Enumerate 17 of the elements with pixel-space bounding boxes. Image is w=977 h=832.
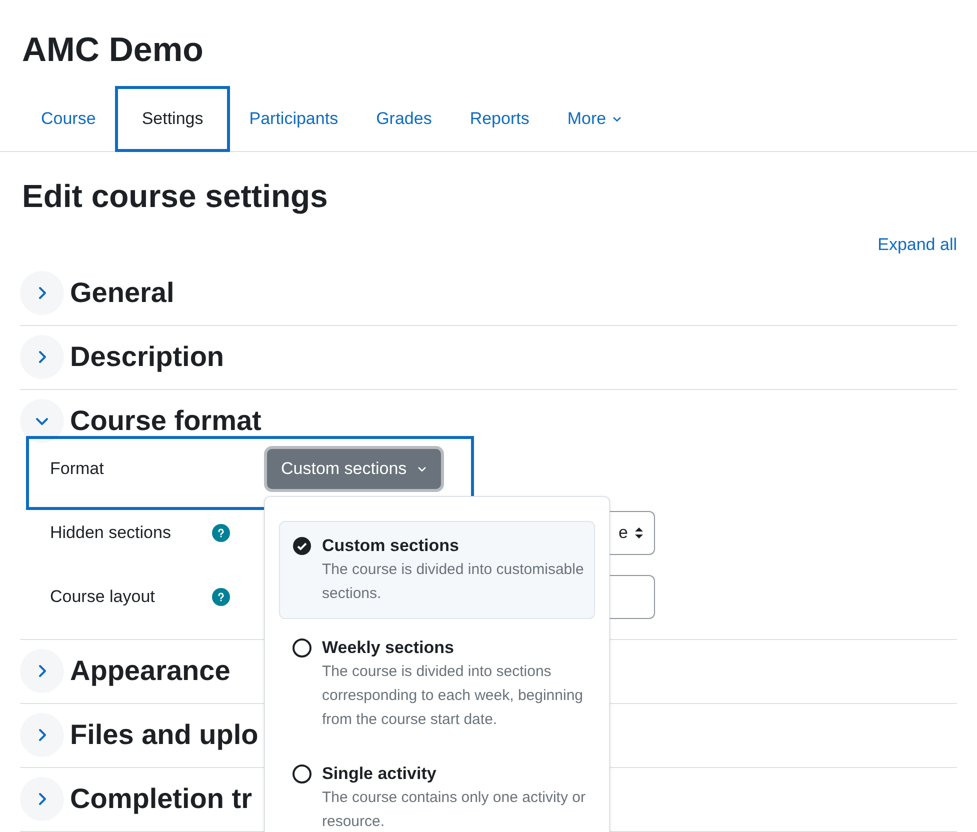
page-title: Edit course settings — [21, 177, 329, 216]
section-heading: Appearance — [70, 654, 230, 688]
option-title: Single activity — [322, 762, 438, 785]
section-heading: Course format — [70, 404, 262, 438]
option-title: Weekly sections — [322, 636, 455, 658]
section-heading: Files and uplo — [70, 718, 258, 752]
option-description: The course contains only one activity or resource. — [322, 788, 586, 832]
field-label: Course layout — [50, 586, 156, 608]
option-description: The course is divided into sections corresponding to each week, beginning from the course start date. — [322, 662, 584, 730]
field-label: Hidden sections — [50, 522, 172, 544]
section-heading: Completion tr — [70, 782, 252, 816]
section-heading: Description — [70, 340, 224, 374]
option-description: The course is divided into customisable sections. — [322, 560, 585, 604]
field-label: Format — [50, 458, 105, 480]
option-title: Custom sections — [322, 534, 460, 556]
course-title: AMC Demo — [21, 30, 204, 70]
section-heading: General — [70, 276, 174, 310]
